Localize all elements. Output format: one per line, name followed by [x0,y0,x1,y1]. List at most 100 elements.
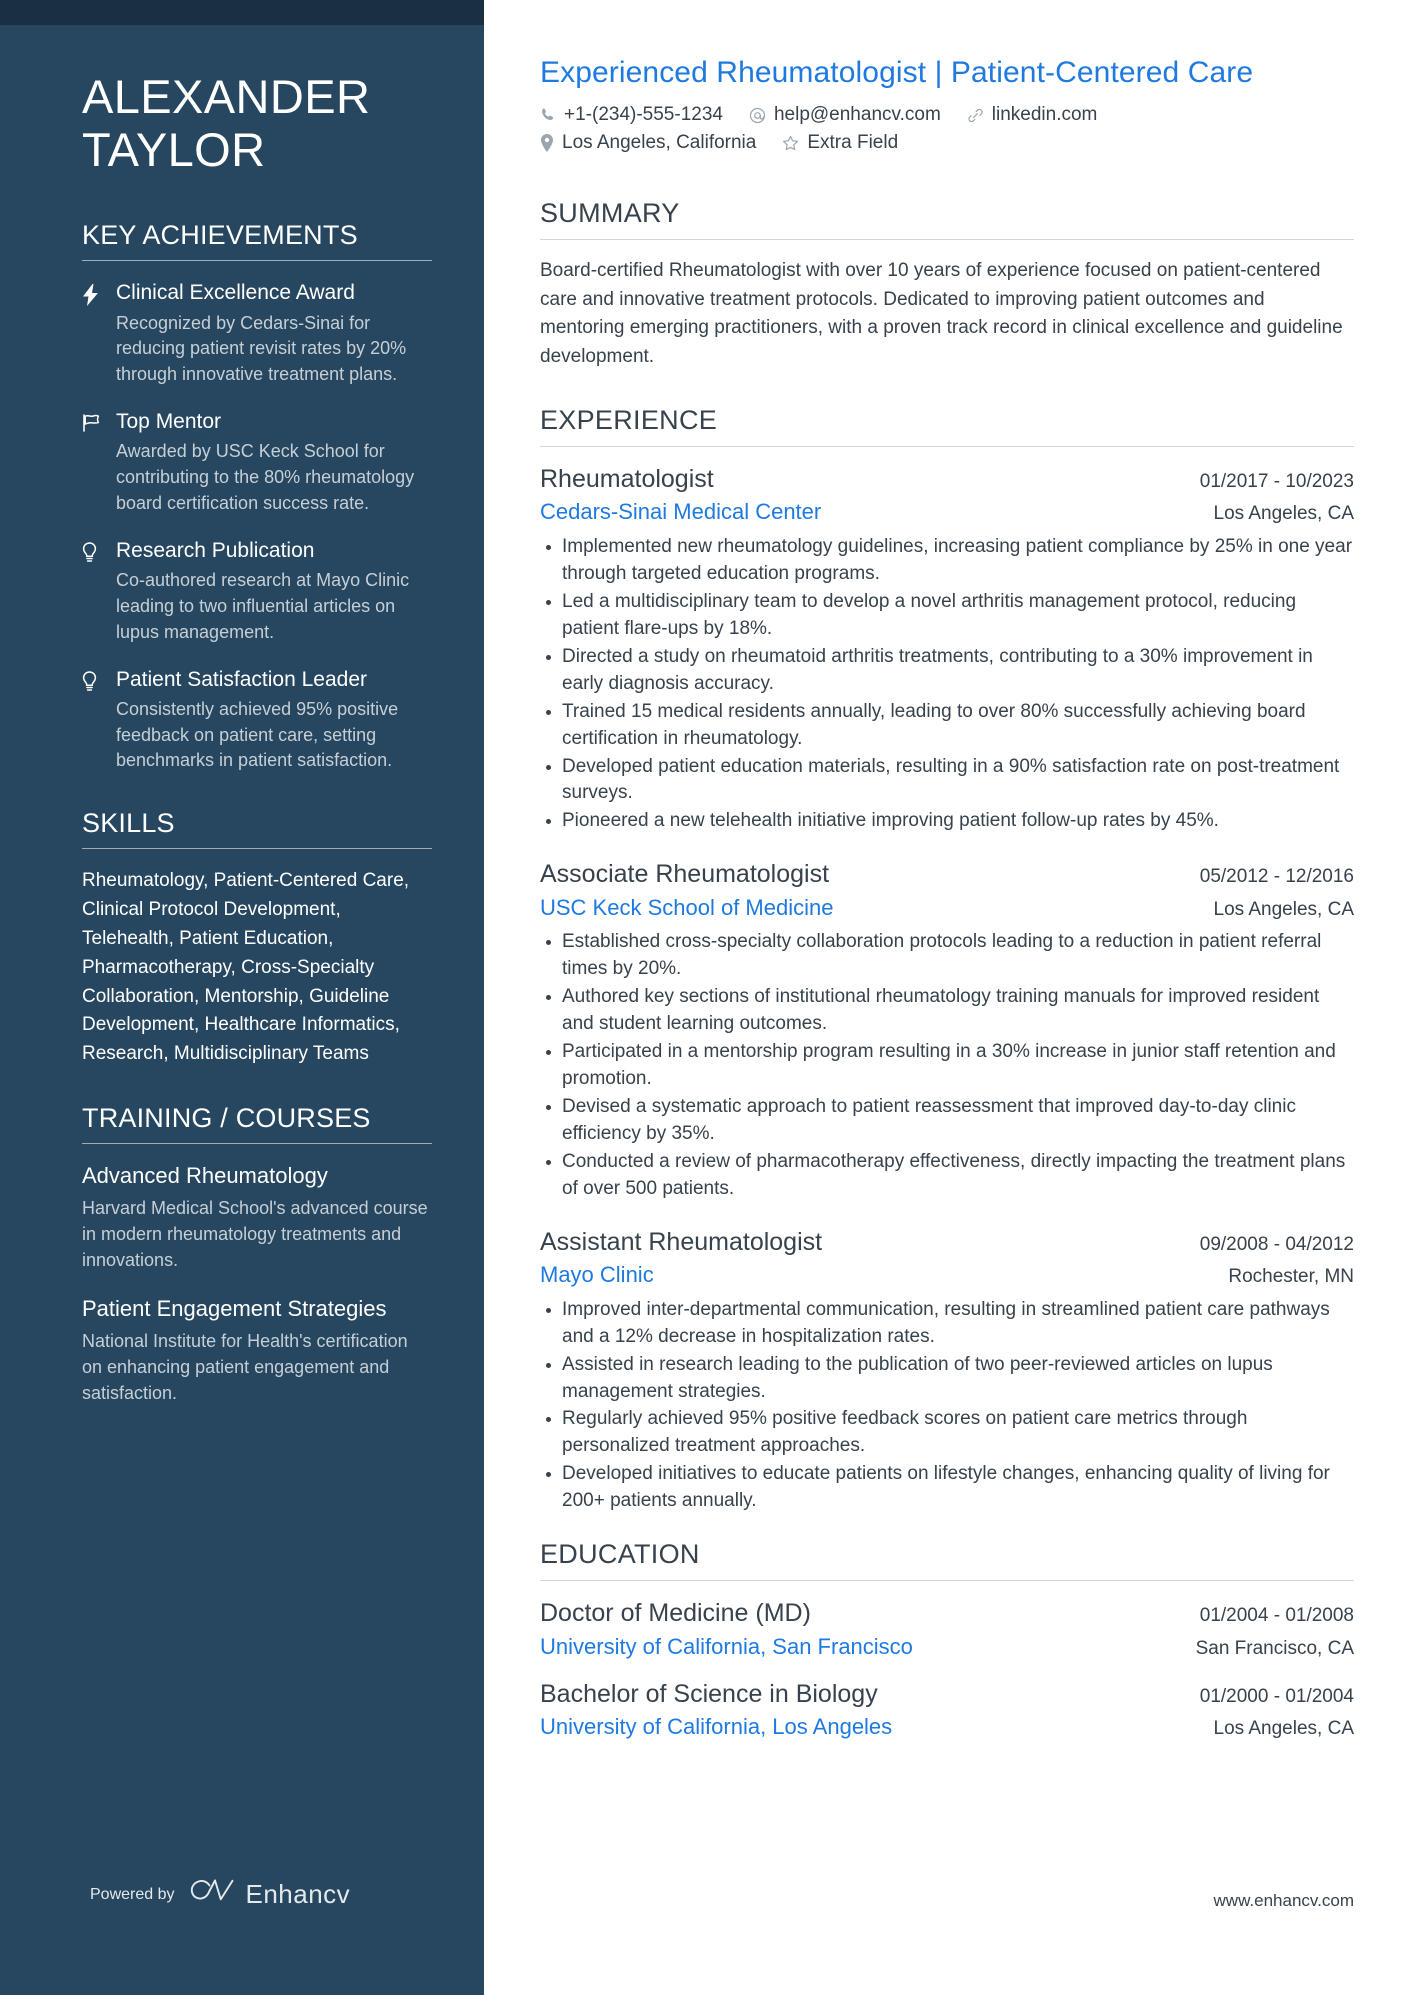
contact-row-primary: +1-(234)-555-1234 help@enhancv.com linke… [540,104,1354,126]
course-title: Patient Engagement Strategies [82,1296,387,1321]
at-sign-icon [749,107,766,124]
footer-website[interactable]: www.enhancv.com [1214,1891,1354,1911]
contact-phone-text: +1-(234)-555-1234 [564,104,723,125]
course-description: National Institute for Health's certific… [82,1330,408,1403]
education-heading: EDUCATION [540,1539,700,1570]
job-bullet: Pioneered a new telehealth initiative im… [540,808,1354,835]
experience-section: EXPERIENCE Rheumatologist 01/2017 - 10/2… [540,405,1354,1515]
job-bullets: Implemented new rheumatology guidelines,… [540,534,1354,836]
course-description: Harvard Medical School's advanced course… [82,1197,428,1270]
job-bullet: Developed patient education materials, r… [540,754,1354,808]
job-bullet: Improved inter-departmental communicatio… [540,1297,1354,1351]
achievement-item: Research Publication Co-authored researc… [82,537,432,645]
professional-headline: Experienced Rheumatologist | Patient-Cen… [540,56,1254,89]
contact-location: Los Angeles, California [540,132,756,154]
summary-section: SUMMARY Board-certified Rheumatologist w… [540,198,1354,371]
contact-row-secondary: Los Angeles, California Extra Field [540,132,1354,154]
section-divider [540,1580,1354,1582]
star-icon [782,135,799,152]
education-entry: Doctor of Medicine (MD) 01/2004 - 01/200… [540,1598,1354,1660]
achievement-item: Top Mentor Awarded by USC Keck School fo… [82,408,432,516]
enhancv-logo-icon [189,1878,235,1911]
sidebar: ALEXANDER TAYLOR KEY ACHIEVEMENTS Clinic… [0,0,484,1995]
job-location: Los Angeles, CA [1213,503,1354,525]
job-dates: 01/2017 - 10/2023 [1199,471,1354,492]
key-achievements-section: KEY ACHIEVEMENTS Clinical Excellence Awa… [82,220,432,774]
job-title: Assistant Rheumatologist [540,1227,823,1256]
degree-dates: 01/2004 - 01/2008 [1199,1605,1354,1627]
skills-heading: SKILLS [82,808,175,838]
achievement-title: Clinical Excellence Award [116,281,355,305]
school-location: San Francisco, CA [1195,1637,1354,1659]
employer-name[interactable]: USC Keck School of Medicine [540,894,833,922]
achievement-description: Consistently achieved 95% positive feedb… [116,699,399,771]
summary-text: Board-certified Rheumatologist with over… [540,260,1343,367]
education-section: EDUCATION Doctor of Medicine (MD) 01/200… [540,1539,1354,1741]
experience-heading: EXPERIENCE [540,405,718,435]
main-content: Experienced Rheumatologist | Patient-Cen… [484,0,1410,1995]
job-bullets: Established cross-specialty collaboratio… [540,929,1354,1203]
achievement-description: Co-authored research at Mayo Clinic lead… [116,570,410,642]
school-name[interactable]: University of California, San Francisco [540,1633,913,1661]
powered-by-label: Powered by [90,1885,175,1903]
experience-entry: Rheumatologist 01/2017 - 10/2023 Cedars-… [540,464,1354,835]
lightbulb-icon [82,537,116,645]
sidebar-top-accent-bar [0,0,484,25]
job-bullet: Conducted a review of pharmacotherapy ef… [540,1149,1354,1203]
candidate-last-name: TAYLOR [82,122,266,176]
section-divider [82,848,432,849]
contact-extra-field-text: Extra Field [807,132,899,153]
job-bullet: Directed a study on rheumatoid arthritis… [540,644,1354,698]
job-bullet: Implemented new rheumatology guidelines,… [540,534,1354,588]
school-location: Los Angeles, CA [1213,1718,1354,1740]
job-bullet: Developed initiatives to educate patient… [540,1461,1354,1515]
job-bullets: Improved inter-departmental communicatio… [540,1297,1354,1516]
powered-by-enhancv: Powered by Enhancv [90,1878,350,1911]
job-bullet: Led a multidisciplinary team to develop … [540,589,1354,643]
achievement-item: Clinical Excellence Award Recognized by … [82,279,432,387]
key-achievements-heading: KEY ACHIEVEMENTS [82,220,358,251]
job-bullet: Devised a systematic approach to patient… [540,1094,1354,1148]
lightbulb-icon [82,666,116,774]
achievement-description: Recognized by Cedars-Sinai for reducing … [116,312,407,384]
job-bullet: Established cross-specialty collaboratio… [540,929,1354,983]
job-bullet: Regularly achieved 95% positive feedback… [540,1406,1354,1460]
lightning-bolt-icon [82,279,116,387]
experience-entry: Associate Rheumatologist 05/2012 - 12/20… [540,859,1354,1202]
contact-linkedin[interactable]: linkedin.com [967,104,1097,126]
contact-location-text: Los Angeles, California [562,132,757,153]
section-divider [540,239,1354,240]
contact-phone[interactable]: +1-(234)-555-1234 [540,104,723,126]
job-bullet: Assisted in research leading to the publ… [540,1352,1354,1406]
phone-icon [540,107,556,123]
job-dates: 05/2012 - 12/2016 [1199,866,1354,888]
contact-email-text: help@enhancv.com [773,104,941,125]
resume-page: ALEXANDER TAYLOR KEY ACHIEVEMENTS Clinic… [0,0,1410,1995]
course-item: Advanced Rheumatology Harvard Medical Sc… [82,1162,432,1273]
section-divider [82,260,432,262]
degree-title: Bachelor of Science in Biology [540,1680,878,1709]
degree-title: Doctor of Medicine (MD) [540,1599,811,1628]
employer-name[interactable]: Cedars-Sinai Medical Center [540,498,821,526]
achievement-title: Top Mentor [116,410,222,434]
job-location: Los Angeles, CA [1213,898,1354,920]
degree-dates: 01/2000 - 01/2004 [1199,1686,1354,1708]
section-divider [540,446,1354,447]
job-location: Rochester, MN [1228,1266,1354,1288]
candidate-first-name: ALEXANDER [82,70,371,123]
job-bullet: Participated in a mentorship program res… [540,1039,1354,1093]
experience-entry: Assistant Rheumatologist 09/2008 - 04/20… [540,1227,1354,1516]
school-name[interactable]: University of California, Los Angeles [540,1713,892,1741]
contact-email[interactable]: help@enhancv.com [749,104,941,126]
training-courses-heading: TRAINING / COURSES [82,1103,371,1134]
job-bullet: Authored key sections of institutional r… [540,984,1354,1038]
job-bullet: Trained 15 medical residents annually, l… [540,699,1354,753]
course-title: Advanced Rheumatology [82,1163,328,1189]
contact-info: +1-(234)-555-1234 help@enhancv.com linke… [540,104,1354,154]
link-icon [967,107,984,124]
employer-name[interactable]: Mayo Clinic [540,1261,654,1289]
achievement-title: Patient Satisfaction Leader [116,668,367,692]
skills-section: SKILLS Rheumatology, Patient-Centered Ca… [82,808,432,1069]
job-title: Associate Rheumatologist [540,860,830,889]
summary-heading: SUMMARY [540,198,680,228]
